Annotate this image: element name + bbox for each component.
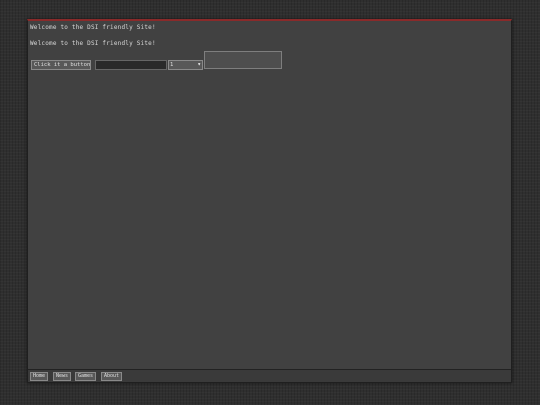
site-window: Welcome to the DSI friendly Site! Welcom… [27,19,512,383]
nav-home-button[interactable]: Home [30,372,49,381]
text-input[interactable] [95,60,167,70]
nav-news-button[interactable]: News [53,372,72,381]
select-value: 1 [170,62,174,68]
number-select[interactable]: 1 ▾ [168,60,203,70]
output-box [204,51,282,69]
controls-row: Click it a button 1 ▾ [30,51,510,73]
nav-games-button[interactable]: Games [75,372,97,381]
welcome-text-1: Welcome to the DSI friendly Site! [30,24,156,31]
nav-about-button[interactable]: About [101,372,123,381]
chevron-down-icon: ▾ [197,61,201,68]
welcome-text-2: Welcome to the DSI friendly Site! [30,40,156,47]
click-button[interactable]: Click it a button [31,60,91,70]
footer-nav: Home News Games About [28,369,511,382]
